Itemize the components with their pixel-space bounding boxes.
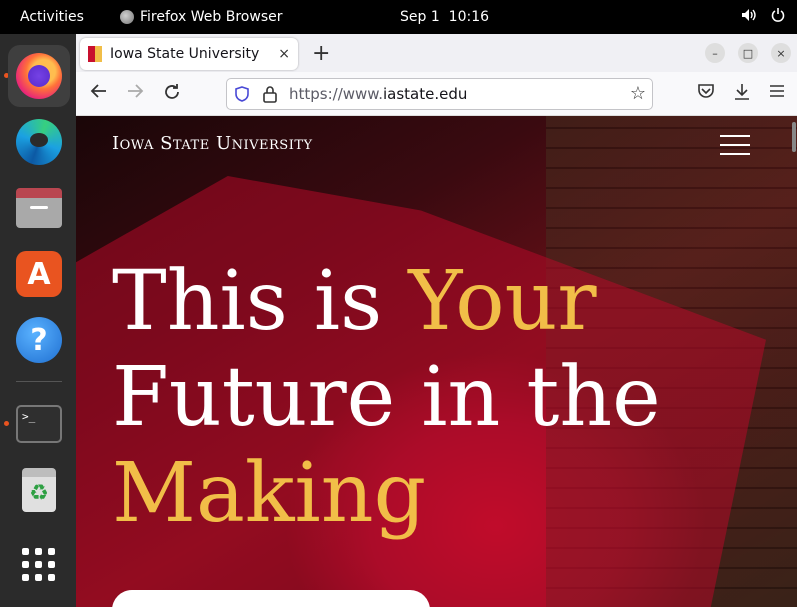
dock-separator — [16, 381, 62, 382]
hero-text-white: This is — [112, 254, 409, 349]
tab-close-button[interactable]: × — [278, 46, 290, 62]
back-button[interactable] — [90, 83, 108, 104]
page-scrollbar[interactable] — [789, 116, 797, 607]
dock-help[interactable]: ? — [8, 309, 70, 371]
dock-files[interactable] — [8, 177, 70, 239]
web-page: Iowa State University This is Your Futur… — [76, 116, 797, 607]
tab-title: Iowa State University — [110, 46, 260, 62]
pocket-icon — [698, 84, 714, 98]
clock-date: Sep 1 — [400, 9, 440, 25]
activities-button[interactable]: Activities — [20, 9, 84, 25]
site-menu-button[interactable] — [720, 135, 750, 155]
hero-heading: This is Your Future in the Making — [112, 254, 661, 542]
edge-icon — [16, 119, 62, 165]
hero-line-3: Making — [112, 446, 427, 541]
close-window-button[interactable]: × — [771, 43, 791, 63]
dock-trash[interactable]: ♻ — [8, 459, 70, 521]
download-icon — [735, 84, 749, 100]
hero-line-2: Future in the — [112, 350, 661, 445]
app-menu-label: Firefox Web Browser — [140, 9, 283, 25]
downloads-button[interactable] — [733, 83, 751, 106]
pocket-button[interactable] — [697, 83, 715, 104]
bookmark-star-icon[interactable]: ☆ — [630, 83, 646, 104]
system-menu[interactable] — [741, 8, 785, 26]
nav-bar: https://www.iastate.edu ☆ — [76, 72, 797, 116]
app-menu-button[interactable] — [769, 83, 785, 103]
app-grid-icon — [22, 548, 56, 582]
top-bar: Activities Firefox Web Browser Sep 1 10:… — [0, 0, 797, 34]
maximize-button[interactable]: □ — [738, 43, 758, 63]
dock-terminal[interactable]: >_ — [8, 393, 70, 455]
hamburger-menu-icon — [770, 85, 784, 97]
url-scheme: https://www. — [289, 85, 383, 103]
speaker-icon — [741, 8, 757, 26]
isu-wordmark[interactable]: Iowa State University — [112, 133, 313, 154]
tab-bar: Iowa State University × + – □ × — [76, 34, 797, 72]
hero-cta-button[interactable] — [112, 590, 430, 607]
tracking-shield-icon[interactable] — [235, 86, 249, 102]
store-icon: A — [16, 251, 62, 297]
clock[interactable]: Sep 1 10:16 — [400, 9, 489, 25]
address-bar[interactable]: https://www.iastate.edu ☆ — [226, 78, 653, 110]
isu-favicon-icon — [88, 46, 102, 62]
forward-arrow-icon — [128, 84, 144, 98]
minimize-button[interactable]: – — [705, 43, 725, 63]
dock-show-apps[interactable] — [8, 534, 70, 596]
tab-iowa-state[interactable]: Iowa State University × — [80, 38, 298, 70]
hero-text-gold: Your — [408, 254, 597, 349]
url-text: https://www.iastate.edu — [289, 85, 467, 103]
lock-icon[interactable] — [263, 85, 277, 103]
url-domain: iastate.edu — [382, 85, 468, 103]
reload-button[interactable] — [163, 83, 181, 106]
trash-icon: ♻ — [22, 468, 56, 512]
power-icon — [771, 8, 785, 26]
dock-edge[interactable] — [8, 111, 70, 173]
browser-window: Iowa State University × + – □ × https://… — [76, 34, 797, 607]
app-menu[interactable]: Firefox Web Browser — [120, 9, 283, 25]
dock: A ? >_ ♻ — [0, 34, 76, 607]
forward-button[interactable] — [126, 83, 144, 104]
new-tab-button[interactable]: + — [312, 41, 330, 66]
scrollbar-thumb[interactable] — [792, 122, 796, 152]
dock-firefox[interactable] — [8, 45, 70, 107]
clock-time: 10:16 — [448, 9, 490, 25]
dock-software[interactable]: A — [8, 243, 70, 305]
terminal-icon: >_ — [16, 405, 62, 443]
help-icon: ? — [16, 317, 62, 363]
reload-icon — [165, 84, 179, 99]
firefox-icon — [120, 10, 134, 24]
files-icon — [16, 188, 62, 228]
back-arrow-icon — [90, 84, 106, 98]
firefox-icon — [16, 53, 62, 99]
